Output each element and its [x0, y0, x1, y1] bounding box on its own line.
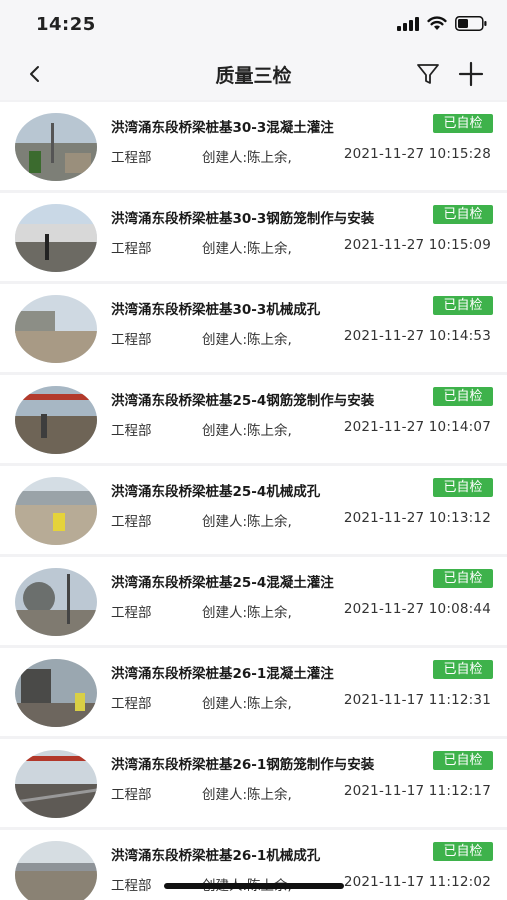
list-item[interactable]: 洪湾涌东段桥梁桩基30-3钢筋笼制作与安装 已自检 工程部 创建人:陈上余, 2…: [0, 193, 507, 281]
thumbnail-photo: [15, 113, 97, 181]
item-department: 工程部: [111, 423, 152, 439]
item-timestamp: 2021-11-17 11:12:02: [343, 874, 491, 890]
item-creator: 创建人:陈上余,: [202, 423, 292, 439]
item-department: 工程部: [111, 878, 152, 894]
status-badge: 已自检: [433, 114, 493, 133]
item-department: 工程部: [111, 787, 152, 803]
list-item[interactable]: 洪湾涌东段桥梁桩基26-1机械成孔 已自检 工程部 创建人:陈上余, 2021-…: [0, 830, 507, 900]
item-title: 洪湾涌东段桥梁桩基25-4机械成孔: [111, 484, 321, 500]
thumbnail-photo: [15, 295, 97, 363]
thumbnail-photo: [15, 477, 97, 545]
item-creator: 创建人:陈上余,: [202, 787, 292, 803]
add-button[interactable]: [457, 60, 485, 88]
thumbnail-photo: [15, 386, 97, 454]
item-creator: 创建人:陈上余,: [202, 605, 292, 621]
status-badge: 已自检: [433, 296, 493, 315]
item-timestamp: 2021-11-27 10:14:53: [343, 328, 491, 344]
status-bar: 14:25: [0, 0, 507, 48]
list-item[interactable]: 洪湾涌东段桥梁桩基25-4钢筋笼制作与安装 已自检 工程部 创建人:陈上余, 2…: [0, 375, 507, 463]
status-badge: 已自检: [433, 569, 493, 588]
nav-bar: 质量三检: [0, 48, 507, 100]
filter-button[interactable]: [415, 61, 441, 87]
thumbnail-photo: [15, 841, 97, 900]
thumbnail-photo: [15, 750, 97, 818]
item-timestamp: 2021-11-17 11:12:31: [343, 692, 491, 708]
list-item[interactable]: 洪湾涌东段桥梁桩基25-4机械成孔 已自检 工程部 创建人:陈上余, 2021-…: [0, 466, 507, 554]
thumbnail-photo: [15, 568, 97, 636]
status-badge: 已自检: [433, 751, 493, 770]
item-department: 工程部: [111, 605, 152, 621]
list-item[interactable]: 洪湾涌东段桥梁桩基26-1混凝土灌注 已自检 工程部 创建人:陈上余, 2021…: [0, 648, 507, 736]
status-badge: 已自检: [433, 205, 493, 224]
item-creator: 创建人:陈上余,: [202, 332, 292, 348]
item-department: 工程部: [111, 150, 152, 166]
status-badge: 已自检: [433, 478, 493, 497]
item-title: 洪湾涌东段桥梁桩基30-3钢筋笼制作与安装: [111, 211, 375, 227]
thumbnail-photo: [15, 659, 97, 727]
status-icons: [397, 16, 487, 31]
item-creator: 创建人:陈上余,: [202, 150, 292, 166]
filter-icon: [417, 64, 439, 84]
battery-icon: [455, 16, 487, 31]
status-badge: 已自检: [433, 660, 493, 679]
item-title: 洪湾涌东段桥梁桩基25-4混凝土灌注: [111, 575, 334, 591]
list-item[interactable]: 洪湾涌东段桥梁桩基25-4混凝土灌注 已自检 工程部 创建人:陈上余, 2021…: [0, 557, 507, 645]
item-title: 洪湾涌东段桥梁桩基30-3机械成孔: [111, 302, 321, 318]
item-department: 工程部: [111, 241, 152, 257]
item-timestamp: 2021-11-27 10:08:44: [343, 601, 491, 617]
home-indicator[interactable]: [164, 883, 344, 889]
item-timestamp: 2021-11-27 10:14:07: [343, 419, 491, 435]
status-badge: 已自检: [433, 842, 493, 861]
list-item[interactable]: 洪湾涌东段桥梁桩基30-3机械成孔 已自检 工程部 创建人:陈上余, 2021-…: [0, 284, 507, 372]
item-department: 工程部: [111, 332, 152, 348]
item-title: 洪湾涌东段桥梁桩基26-1混凝土灌注: [111, 666, 334, 682]
item-title: 洪湾涌东段桥梁桩基26-1机械成孔: [111, 848, 321, 864]
wifi-icon: [427, 16, 447, 30]
item-creator: 创建人:陈上余,: [202, 696, 292, 712]
status-time: 14:25: [36, 14, 96, 35]
item-creator: 创建人:陈上余,: [202, 241, 292, 257]
plus-icon: [458, 61, 484, 87]
item-department: 工程部: [111, 514, 152, 530]
item-title: 洪湾涌东段桥梁桩基26-1钢筋笼制作与安装: [111, 757, 375, 773]
status-badge: 已自检: [433, 387, 493, 406]
item-timestamp: 2021-11-27 10:13:12: [343, 510, 491, 526]
item-title: 洪湾涌东段桥梁桩基25-4钢筋笼制作与安装: [111, 393, 375, 409]
signal-icon: [397, 16, 419, 31]
item-creator: 创建人:陈上余,: [202, 514, 292, 530]
list-item[interactable]: 洪湾涌东段桥梁桩基26-1钢筋笼制作与安装 已自检 工程部 创建人:陈上余, 2…: [0, 739, 507, 827]
thumbnail-photo: [15, 204, 97, 272]
list-item[interactable]: 洪湾涌东段桥梁桩基30-3混凝土灌注 已自检 工程部 创建人:陈上余, 2021…: [0, 102, 507, 190]
item-timestamp: 2021-11-27 10:15:09: [343, 237, 491, 253]
item-department: 工程部: [111, 696, 152, 712]
item-title: 洪湾涌东段桥梁桩基30-3混凝土灌注: [111, 120, 334, 136]
item-timestamp: 2021-11-17 11:12:17: [343, 783, 491, 799]
item-timestamp: 2021-11-27 10:15:28: [343, 146, 491, 162]
